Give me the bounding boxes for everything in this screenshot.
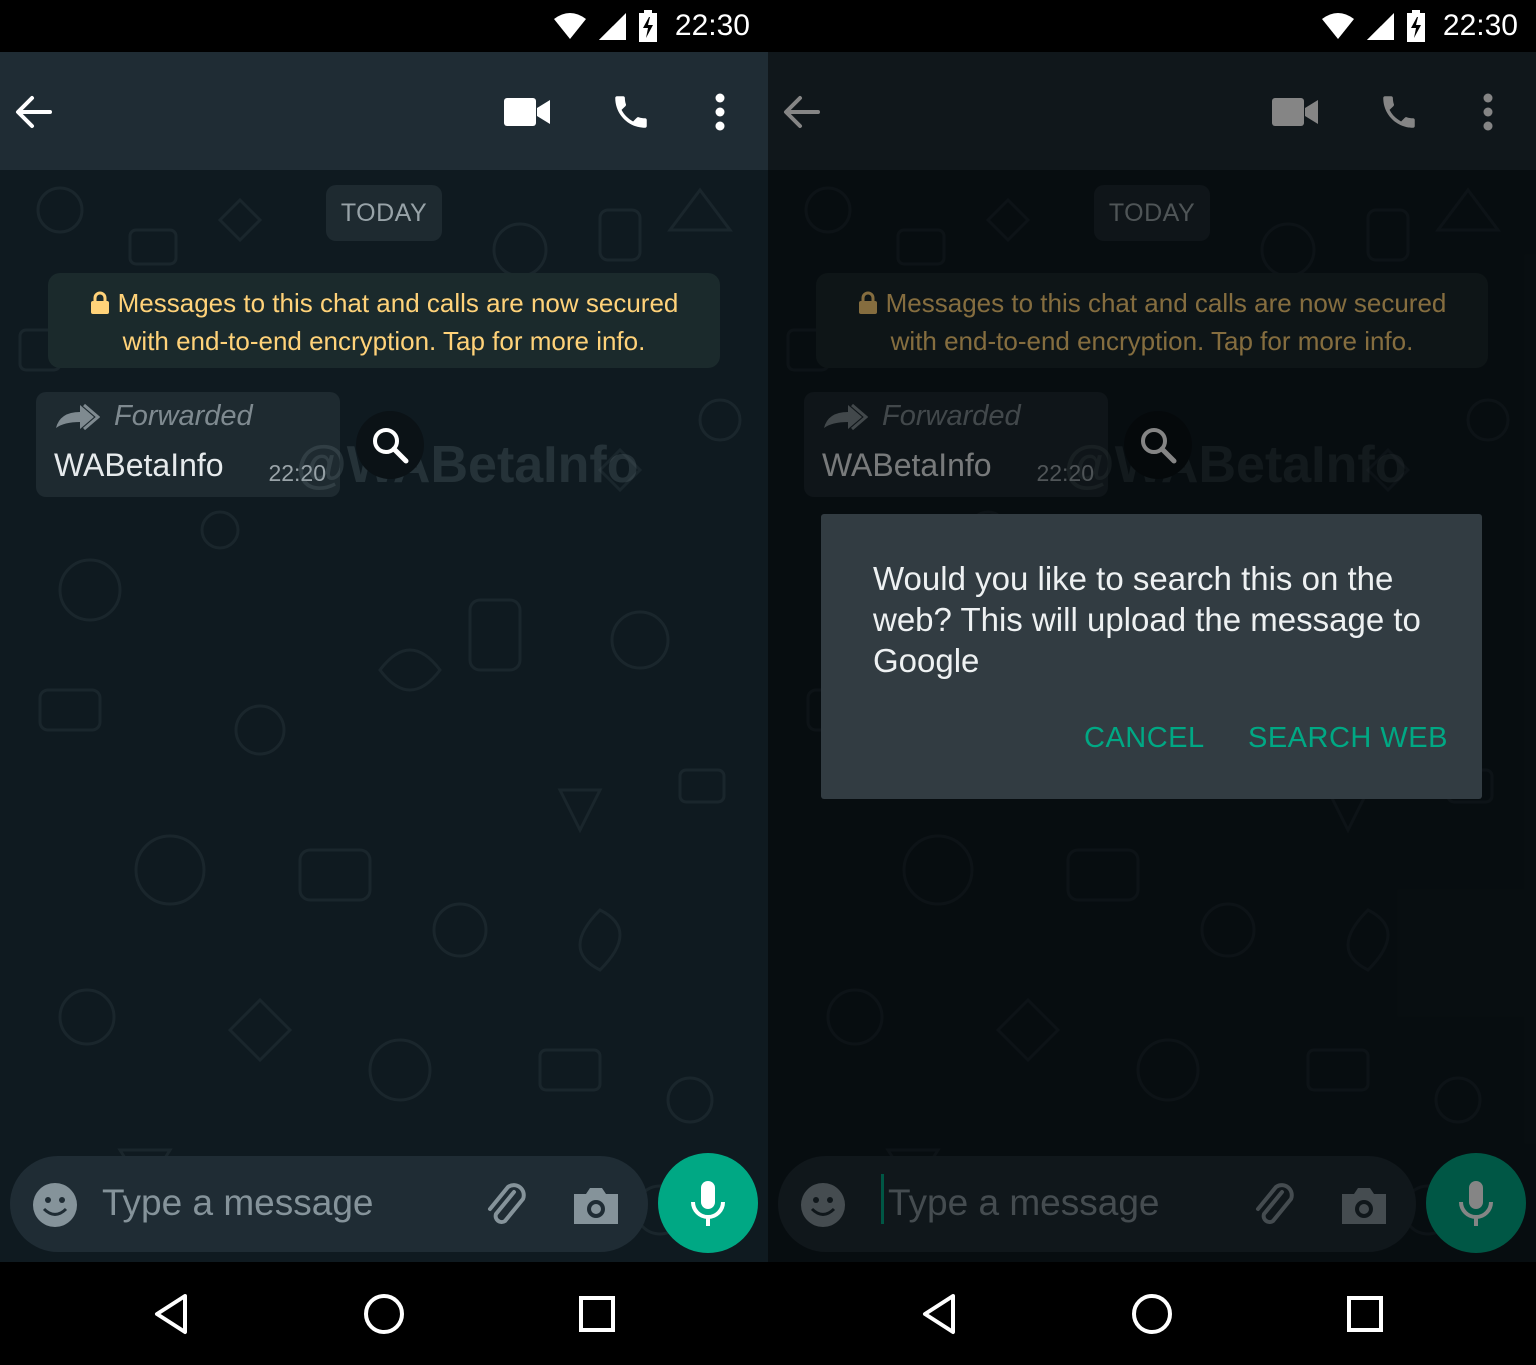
message-input[interactable]: Type a message <box>102 1182 373 1224</box>
wifi-icon <box>553 13 586 39</box>
camera-icon[interactable] <box>570 1180 622 1230</box>
system-nav-bar <box>768 1262 1536 1365</box>
battery-charging-icon <box>638 10 657 42</box>
attach-icon[interactable] <box>480 1180 530 1230</box>
mic-icon <box>691 1181 725 1226</box>
watermark: @WABetaInfo <box>296 436 639 494</box>
video-call-icon[interactable] <box>500 84 556 140</box>
status-time: 22:30 <box>674 9 750 42</box>
status-bar: 22:30 <box>0 0 768 52</box>
encryption-notice-line2: with end-to-end encryption. Tap for more… <box>122 326 646 356</box>
lock-icon <box>90 289 110 324</box>
forwarded-label: Forwarded <box>114 400 253 432</box>
dialog-message: Would you like to search this on the web… <box>873 560 1421 679</box>
signal-icon <box>1366 13 1394 40</box>
search-icon <box>373 428 409 464</box>
nav-recents-icon[interactable] <box>1340 1289 1390 1339</box>
chat-screen: 22:30 TODAY Messages to this chat and ca… <box>0 0 768 1365</box>
chat-toolbar <box>0 52 768 170</box>
message-bubble[interactable]: Forwarded WABetaInfo 22:20 <box>36 392 340 497</box>
wifi-icon <box>1321 13 1354 39</box>
encryption-notice-line1: Messages to this chat and calls are now … <box>117 288 679 318</box>
status-time: 22:30 <box>1442 9 1518 42</box>
message-text: WABetaInfo <box>54 447 224 483</box>
encryption-notice[interactable]: Messages to this chat and calls are now … <box>48 273 720 368</box>
nav-back-icon[interactable] <box>146 1289 196 1339</box>
date-chip: TODAY <box>326 185 442 241</box>
nav-home-icon[interactable] <box>359 1289 409 1339</box>
message-composer[interactable]: Type a message <box>10 1156 648 1252</box>
chat-screen-dialog: TODAY Messages to this chat and calls ar… <box>768 0 1536 1365</box>
emoji-icon[interactable] <box>32 1182 78 1228</box>
more-vert-icon[interactable] <box>692 84 748 140</box>
battery-charging-icon <box>1406 10 1425 42</box>
signal-icon <box>598 13 626 40</box>
phone-icon[interactable] <box>603 84 659 140</box>
search-web-confirm-button[interactable]: SEARCH WEB <box>1248 722 1448 755</box>
nav-home-icon[interactable] <box>1127 1289 1177 1339</box>
nav-recents-icon[interactable] <box>572 1289 622 1339</box>
back-arrow-icon[interactable] <box>6 84 62 140</box>
status-bar: 22:30 <box>768 0 1536 52</box>
voice-message-button[interactable] <box>658 1153 758 1253</box>
cancel-button[interactable]: CANCEL <box>1084 722 1205 755</box>
nav-back-icon[interactable] <box>914 1289 964 1339</box>
search-web-button[interactable] <box>356 411 424 479</box>
system-nav-bar <box>0 1262 768 1365</box>
forwarded-icon <box>56 403 100 430</box>
search-web-dialog: Would you like to search this on the web… <box>821 514 1482 799</box>
